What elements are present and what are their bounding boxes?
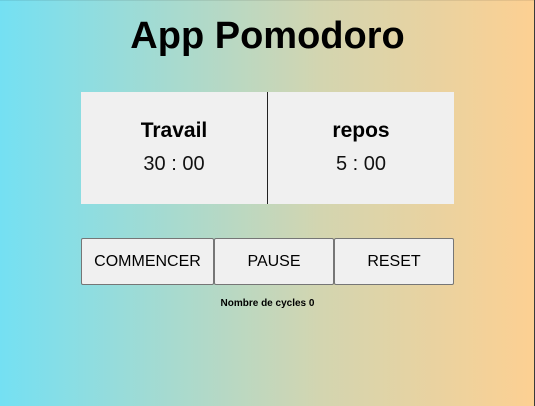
rest-timer-label: repos xyxy=(332,119,390,142)
rest-timer: repos 5 : 00 xyxy=(267,92,454,204)
controls-bar: COMMENCER PAUSE RESET xyxy=(81,238,454,285)
timers-panel: Travail 30 : 00 repos 5 : 00 xyxy=(81,92,454,204)
work-timer-label: Travail xyxy=(140,119,208,142)
start-button[interactable]: COMMENCER xyxy=(81,238,214,285)
top-edge-divider xyxy=(0,0,535,1)
pause-button[interactable]: PAUSE xyxy=(214,238,334,285)
work-timer: Travail 30 : 00 xyxy=(81,92,267,204)
pomodoro-page: App Pomodoro Travail 30 : 00 repos 5 : 0… xyxy=(0,0,535,406)
cycles-counter: Nombre de cycles 0 xyxy=(0,298,535,309)
reset-button[interactable]: RESET xyxy=(334,238,454,285)
cycles-label: Nombre de cycles xyxy=(220,298,307,309)
rest-timer-value: 5 : 00 xyxy=(335,153,387,175)
cycles-count: 0 xyxy=(308,298,315,309)
work-timer-value: 30 : 00 xyxy=(143,153,205,175)
page-title: App Pomodoro xyxy=(130,15,405,57)
